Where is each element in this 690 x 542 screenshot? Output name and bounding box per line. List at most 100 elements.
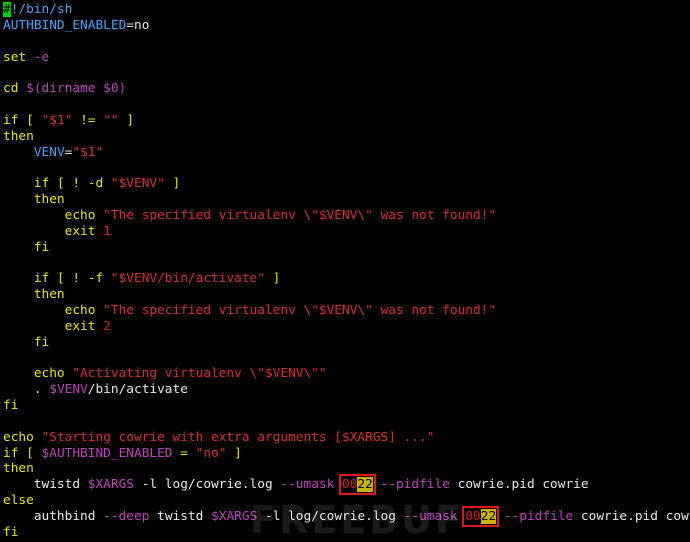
shebang-token: VENV xyxy=(33,144,65,160)
keyword-token: exit xyxy=(3,318,104,334)
umask-highlight-box: 0022 xyxy=(339,474,376,496)
keyword-token: cd xyxy=(3,81,27,97)
string-token: "" xyxy=(103,112,119,128)
string-token: "Starting cowrie with extra arguments [$… xyxy=(41,429,435,445)
code-line: fi xyxy=(3,240,690,256)
default-token xyxy=(3,271,34,286)
variable-token: $VENV xyxy=(49,382,88,398)
code-line: echo "Starting cowrie with extra argumen… xyxy=(3,430,690,446)
shebang-token: AUTHBIND_ENABLED xyxy=(3,17,127,33)
keyword-token: ] xyxy=(118,112,135,128)
default-token xyxy=(3,145,34,160)
code-line: if [ "$1" != "" ] xyxy=(3,113,690,129)
watermark: FREEBUF xyxy=(250,498,464,542)
string-token: "The specified virtualenv \"$VENV\" was … xyxy=(103,303,497,319)
keyword-token: if [ xyxy=(3,445,42,461)
keyword-token: echo xyxy=(3,303,104,319)
umask-value: 00 xyxy=(465,509,481,524)
code-line: if [ ! -d "$VENV" ] xyxy=(3,176,690,192)
number-token: 1 xyxy=(103,223,111,239)
keyword-token: echo xyxy=(3,366,73,382)
string-token: "$1" xyxy=(72,144,104,160)
keyword-token: . xyxy=(3,382,50,398)
keyword-token: then xyxy=(3,461,34,477)
code-line: exit 2 xyxy=(3,319,690,335)
keyword-token: echo xyxy=(3,207,104,223)
keyword-token: ] xyxy=(164,176,181,192)
keyword-token: set xyxy=(3,49,34,65)
keyword-token: then xyxy=(3,192,65,208)
keyword-token: if [ ! -d xyxy=(33,176,111,192)
code-line: then xyxy=(3,461,690,477)
option-token: --deep xyxy=(103,509,150,524)
variable-token: $XARGS xyxy=(87,477,134,493)
number-token: 2 xyxy=(103,318,111,334)
keyword-token: fi xyxy=(3,398,19,414)
code-line: echo "The specified virtualenv \"$VENV\"… xyxy=(3,303,690,319)
code-line: echo "The specified virtualenv \"$VENV\"… xyxy=(3,208,690,224)
option-token: --pidfile xyxy=(496,509,581,524)
keyword-token: ] xyxy=(264,271,281,287)
keyword-token: fi xyxy=(3,524,19,540)
code-line: VENV="$1" xyxy=(3,145,690,161)
default-token: /bin/activate xyxy=(87,382,188,398)
keyword-token: if [ xyxy=(3,112,42,128)
shebang-token: !/bin/sh xyxy=(10,2,73,17)
keyword-token: exit xyxy=(3,223,104,239)
code-line: . $VENV/bin/activate xyxy=(3,382,690,398)
default-token: cowrie.pid cowrie xyxy=(580,509,690,524)
code-line: if [ ! -f "$VENV/bin/activate" ] xyxy=(3,271,690,287)
code-line: fi xyxy=(3,398,690,414)
default-token: authbind xyxy=(3,509,104,524)
code-line: then xyxy=(3,192,690,208)
string-token: "no" xyxy=(195,445,227,461)
option-token: --pidfile xyxy=(372,477,458,493)
keyword-token: if [ ! -f xyxy=(33,271,111,287)
default-token: =no xyxy=(126,17,150,33)
string-token: "$1" xyxy=(41,112,73,128)
keyword-token: = xyxy=(172,445,196,461)
variable-token: -e xyxy=(33,49,50,65)
code-line: then xyxy=(3,129,690,145)
code-line: then xyxy=(3,287,690,303)
option-token: --umask xyxy=(280,477,343,493)
code-line: set -e xyxy=(3,50,690,66)
search-match: 22 xyxy=(357,477,373,493)
default-token xyxy=(3,176,34,191)
umask-value: 00 xyxy=(342,477,358,493)
keyword-token: fi xyxy=(3,334,50,350)
string-token: "$VENV/bin/activate" xyxy=(110,271,265,287)
keyword-token: else xyxy=(3,493,34,509)
keyword-token: echo xyxy=(3,429,42,445)
keyword-token: != xyxy=(72,112,104,128)
terminal-editor[interactable]: #!/bin/sh AUTHBIND_ENABLED=no set -e cd $… xyxy=(3,2,690,540)
code-line: cd $(dirname $0) xyxy=(3,81,690,97)
variable-token: $AUTHBIND_ENABLED xyxy=(41,445,173,461)
cursor: # xyxy=(3,2,11,17)
default-token: twistd xyxy=(149,509,212,524)
search-match: 22 xyxy=(480,509,497,524)
default-token: cowrie.pid cowrie xyxy=(457,477,589,493)
code-line: exit 1 xyxy=(3,224,690,240)
string-token: "$VENV" xyxy=(110,176,165,192)
keyword-token: then xyxy=(3,287,65,303)
umask-highlight-box: 0022 xyxy=(462,506,500,527)
string-token: "The specified virtualenv \"$VENV\" was … xyxy=(103,207,497,223)
code-line: #!/bin/sh xyxy=(3,2,690,18)
default-token: twistd xyxy=(3,477,88,493)
code-line: echo "Activating virtualenv \"$VENV\"" xyxy=(3,366,690,382)
variable-token: $(dirname $0) xyxy=(26,81,127,97)
string-token: "Activating virtualenv \"$VENV\"" xyxy=(72,366,327,382)
keyword-token: fi xyxy=(3,239,50,255)
default-token: -l log/cowrie.log xyxy=(133,477,281,493)
keyword-token: ] xyxy=(226,445,242,461)
code-line: twistd $XARGS -l log/cowrie.log --umask … xyxy=(3,474,690,496)
keyword-token: then xyxy=(3,128,34,144)
